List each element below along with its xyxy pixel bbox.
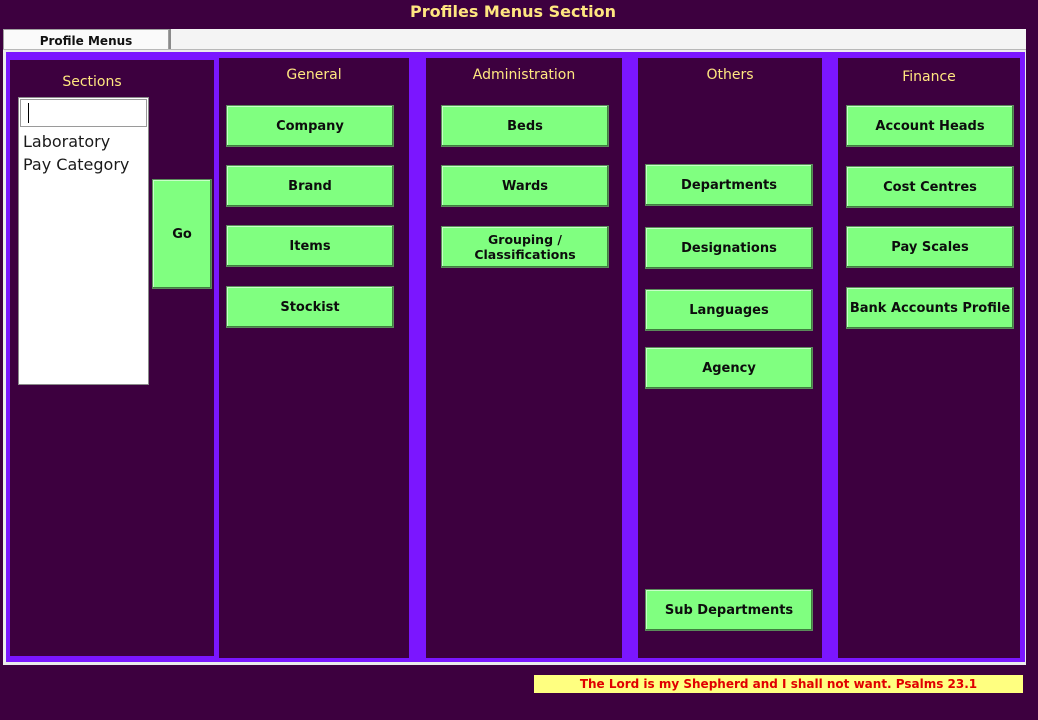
finance-heading: Finance — [902, 69, 956, 85]
footer-quote: The Lord is my Shepherd and I shall not … — [534, 675, 1023, 693]
company-button[interactable]: Company — [226, 105, 394, 147]
designations-button[interactable]: Designations — [645, 227, 813, 269]
tab-strip: Profile Menus — [3, 29, 1026, 50]
items-button[interactable]: Items — [226, 225, 394, 267]
agency-button[interactable]: Agency — [645, 347, 813, 389]
brand-button[interactable]: Brand — [226, 165, 394, 207]
others-heading: Others — [706, 67, 754, 83]
list-item-pay-category[interactable]: Pay Category — [23, 155, 129, 174]
list-item-laboratory[interactable]: Laboratory — [23, 132, 110, 151]
cost-centres-button[interactable]: Cost Centres — [846, 166, 1014, 208]
text-cursor — [28, 103, 29, 123]
finance-column: Finance — [838, 58, 1020, 658]
general-heading: General — [286, 67, 342, 83]
stockist-button[interactable]: Stockist — [226, 286, 394, 328]
wards-button[interactable]: Wards — [441, 165, 609, 207]
window-title: Profiles Menus Section — [410, 2, 616, 21]
bank-accounts-profile-button[interactable]: Bank Accounts Profile — [846, 287, 1014, 329]
account-heads-button[interactable]: Account Heads — [846, 105, 1014, 147]
general-column: General — [219, 58, 409, 658]
sections-heading: Sections — [62, 74, 122, 90]
sections-listbox[interactable]: Laboratory Pay Category — [18, 97, 149, 385]
administration-column: Administration — [426, 58, 622, 658]
sub-departments-button[interactable]: Sub Departments — [645, 589, 813, 631]
grouping-classifications-button[interactable]: Grouping / Classifications — [441, 226, 609, 268]
administration-heading: Administration — [472, 67, 576, 83]
sections-search-input[interactable] — [20, 99, 147, 127]
tab-profile-menus[interactable]: Profile Menus — [3, 29, 169, 49]
go-button[interactable]: Go — [152, 179, 212, 289]
beds-button[interactable]: Beds — [441, 105, 609, 147]
departments-button[interactable]: Departments — [645, 164, 813, 206]
languages-button[interactable]: Languages — [645, 289, 813, 331]
pay-scales-button[interactable]: Pay Scales — [846, 226, 1014, 268]
